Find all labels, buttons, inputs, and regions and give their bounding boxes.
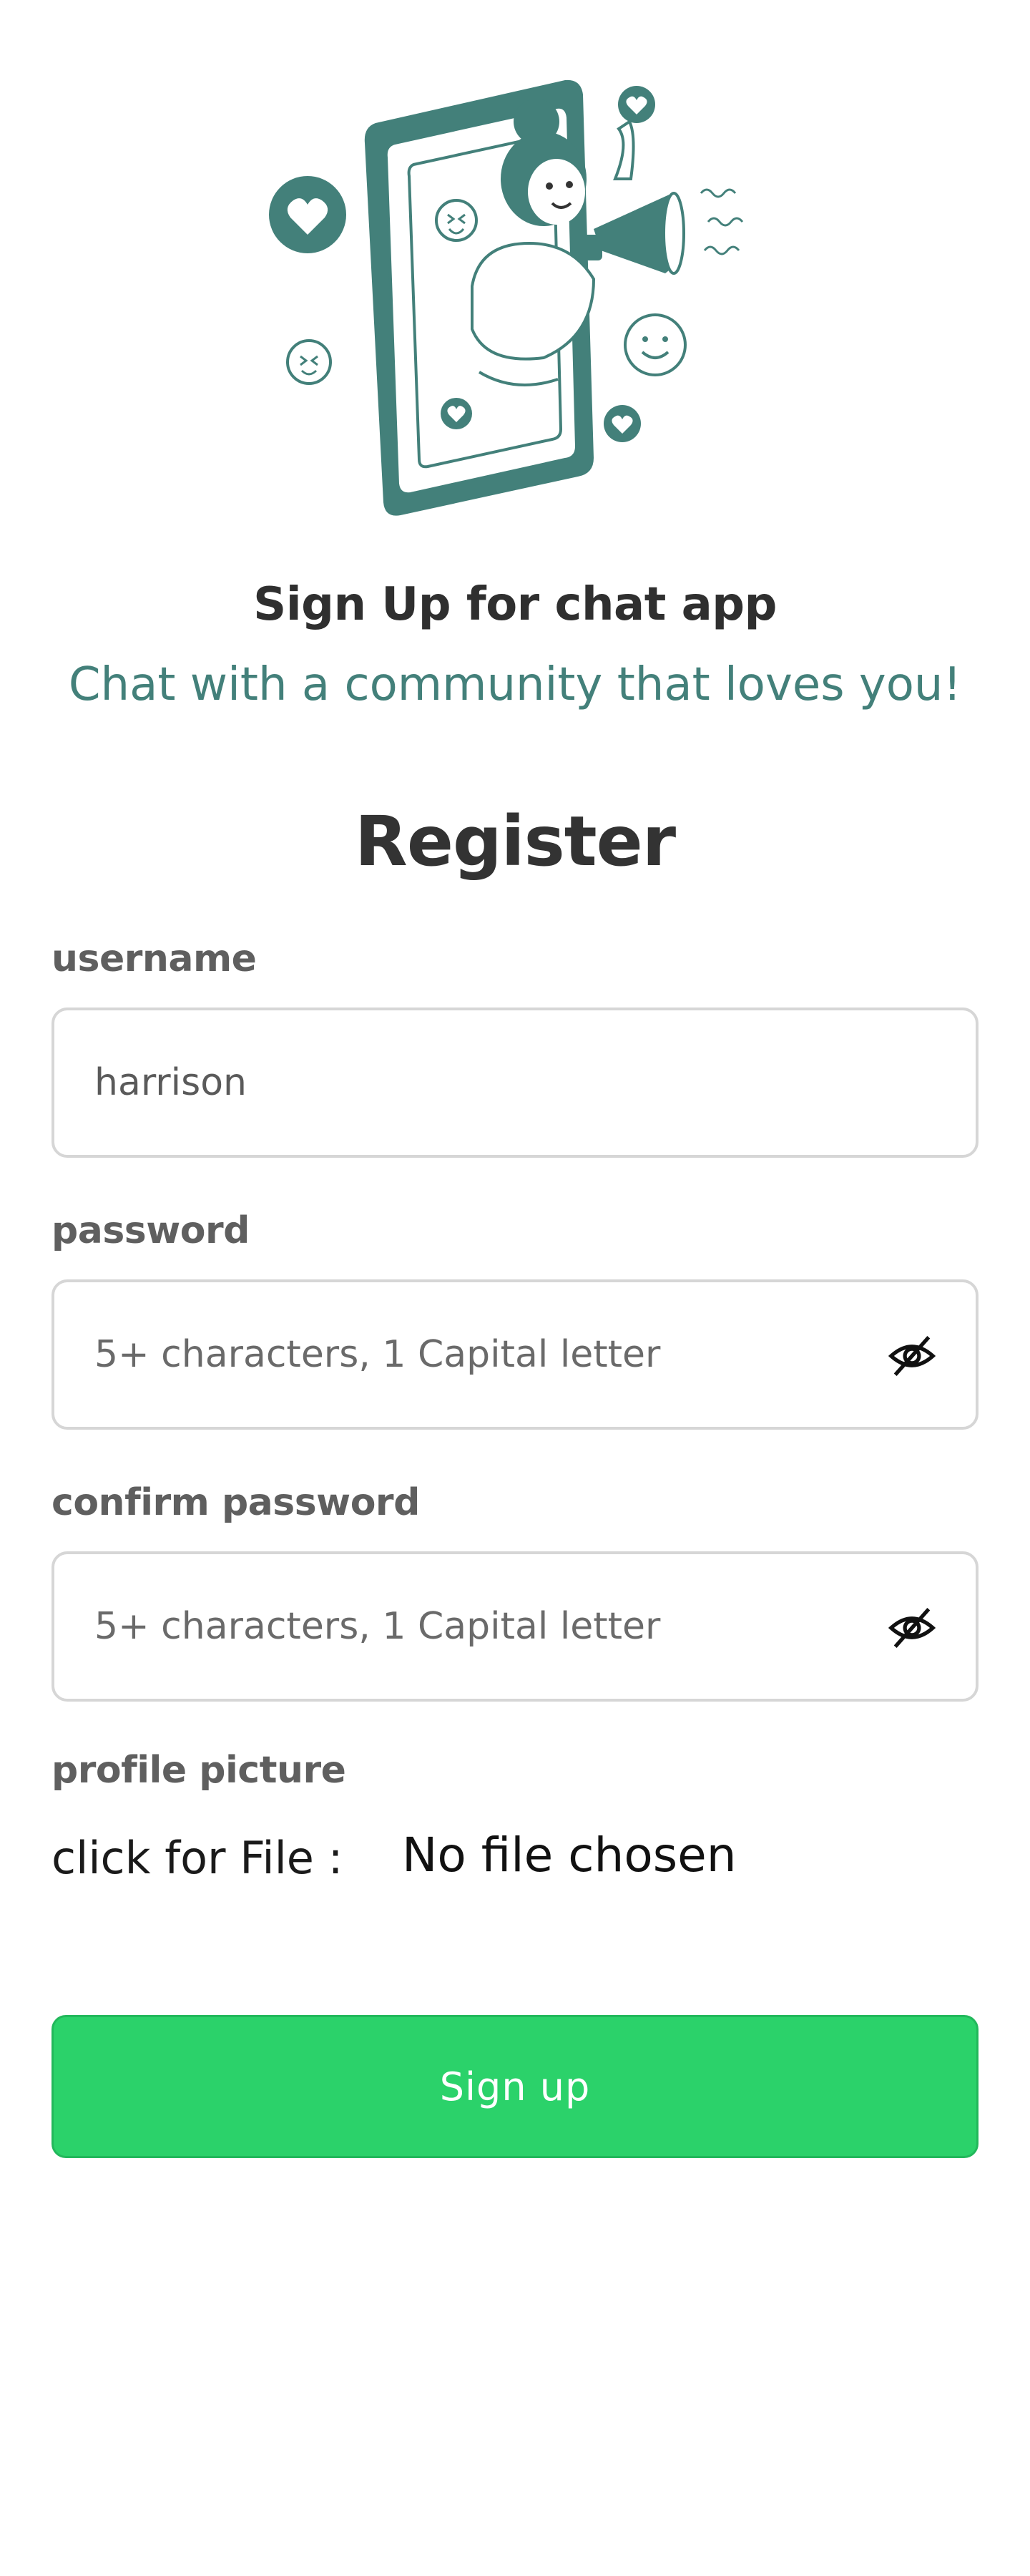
password-label: password [52,1209,250,1252]
hero-illustration [258,72,772,530]
eye-off-icon[interactable] [887,1331,937,1381]
password-field [52,1279,978,1430]
confirm-password-field [52,1551,978,1702]
confirm-password-label: confirm password [52,1481,420,1524]
signup-page: Sign Up for chat app Chat with a communi… [0,0,1030,2576]
username-input[interactable] [94,1010,853,1155]
username-label: username [52,937,257,980]
eye-off-icon[interactable] [887,1603,937,1653]
form-title: Register [354,801,676,882]
page-heading: Sign Up for chat app [253,578,777,631]
file-status-text: No file chosen [402,1828,737,1883]
file-picker: click for File : No file chosen [52,1828,978,1896]
password-input[interactable] [94,1282,853,1427]
sign-up-button[interactable]: Sign up [52,2015,978,2158]
page-subheading: Chat with a community that loves you! [68,658,962,711]
profile-picture-label: profile picture [52,1749,346,1792]
choose-file-button[interactable]: click for File : [52,1832,343,1884]
confirm-password-input[interactable] [94,1554,853,1699]
username-field [52,1008,978,1158]
